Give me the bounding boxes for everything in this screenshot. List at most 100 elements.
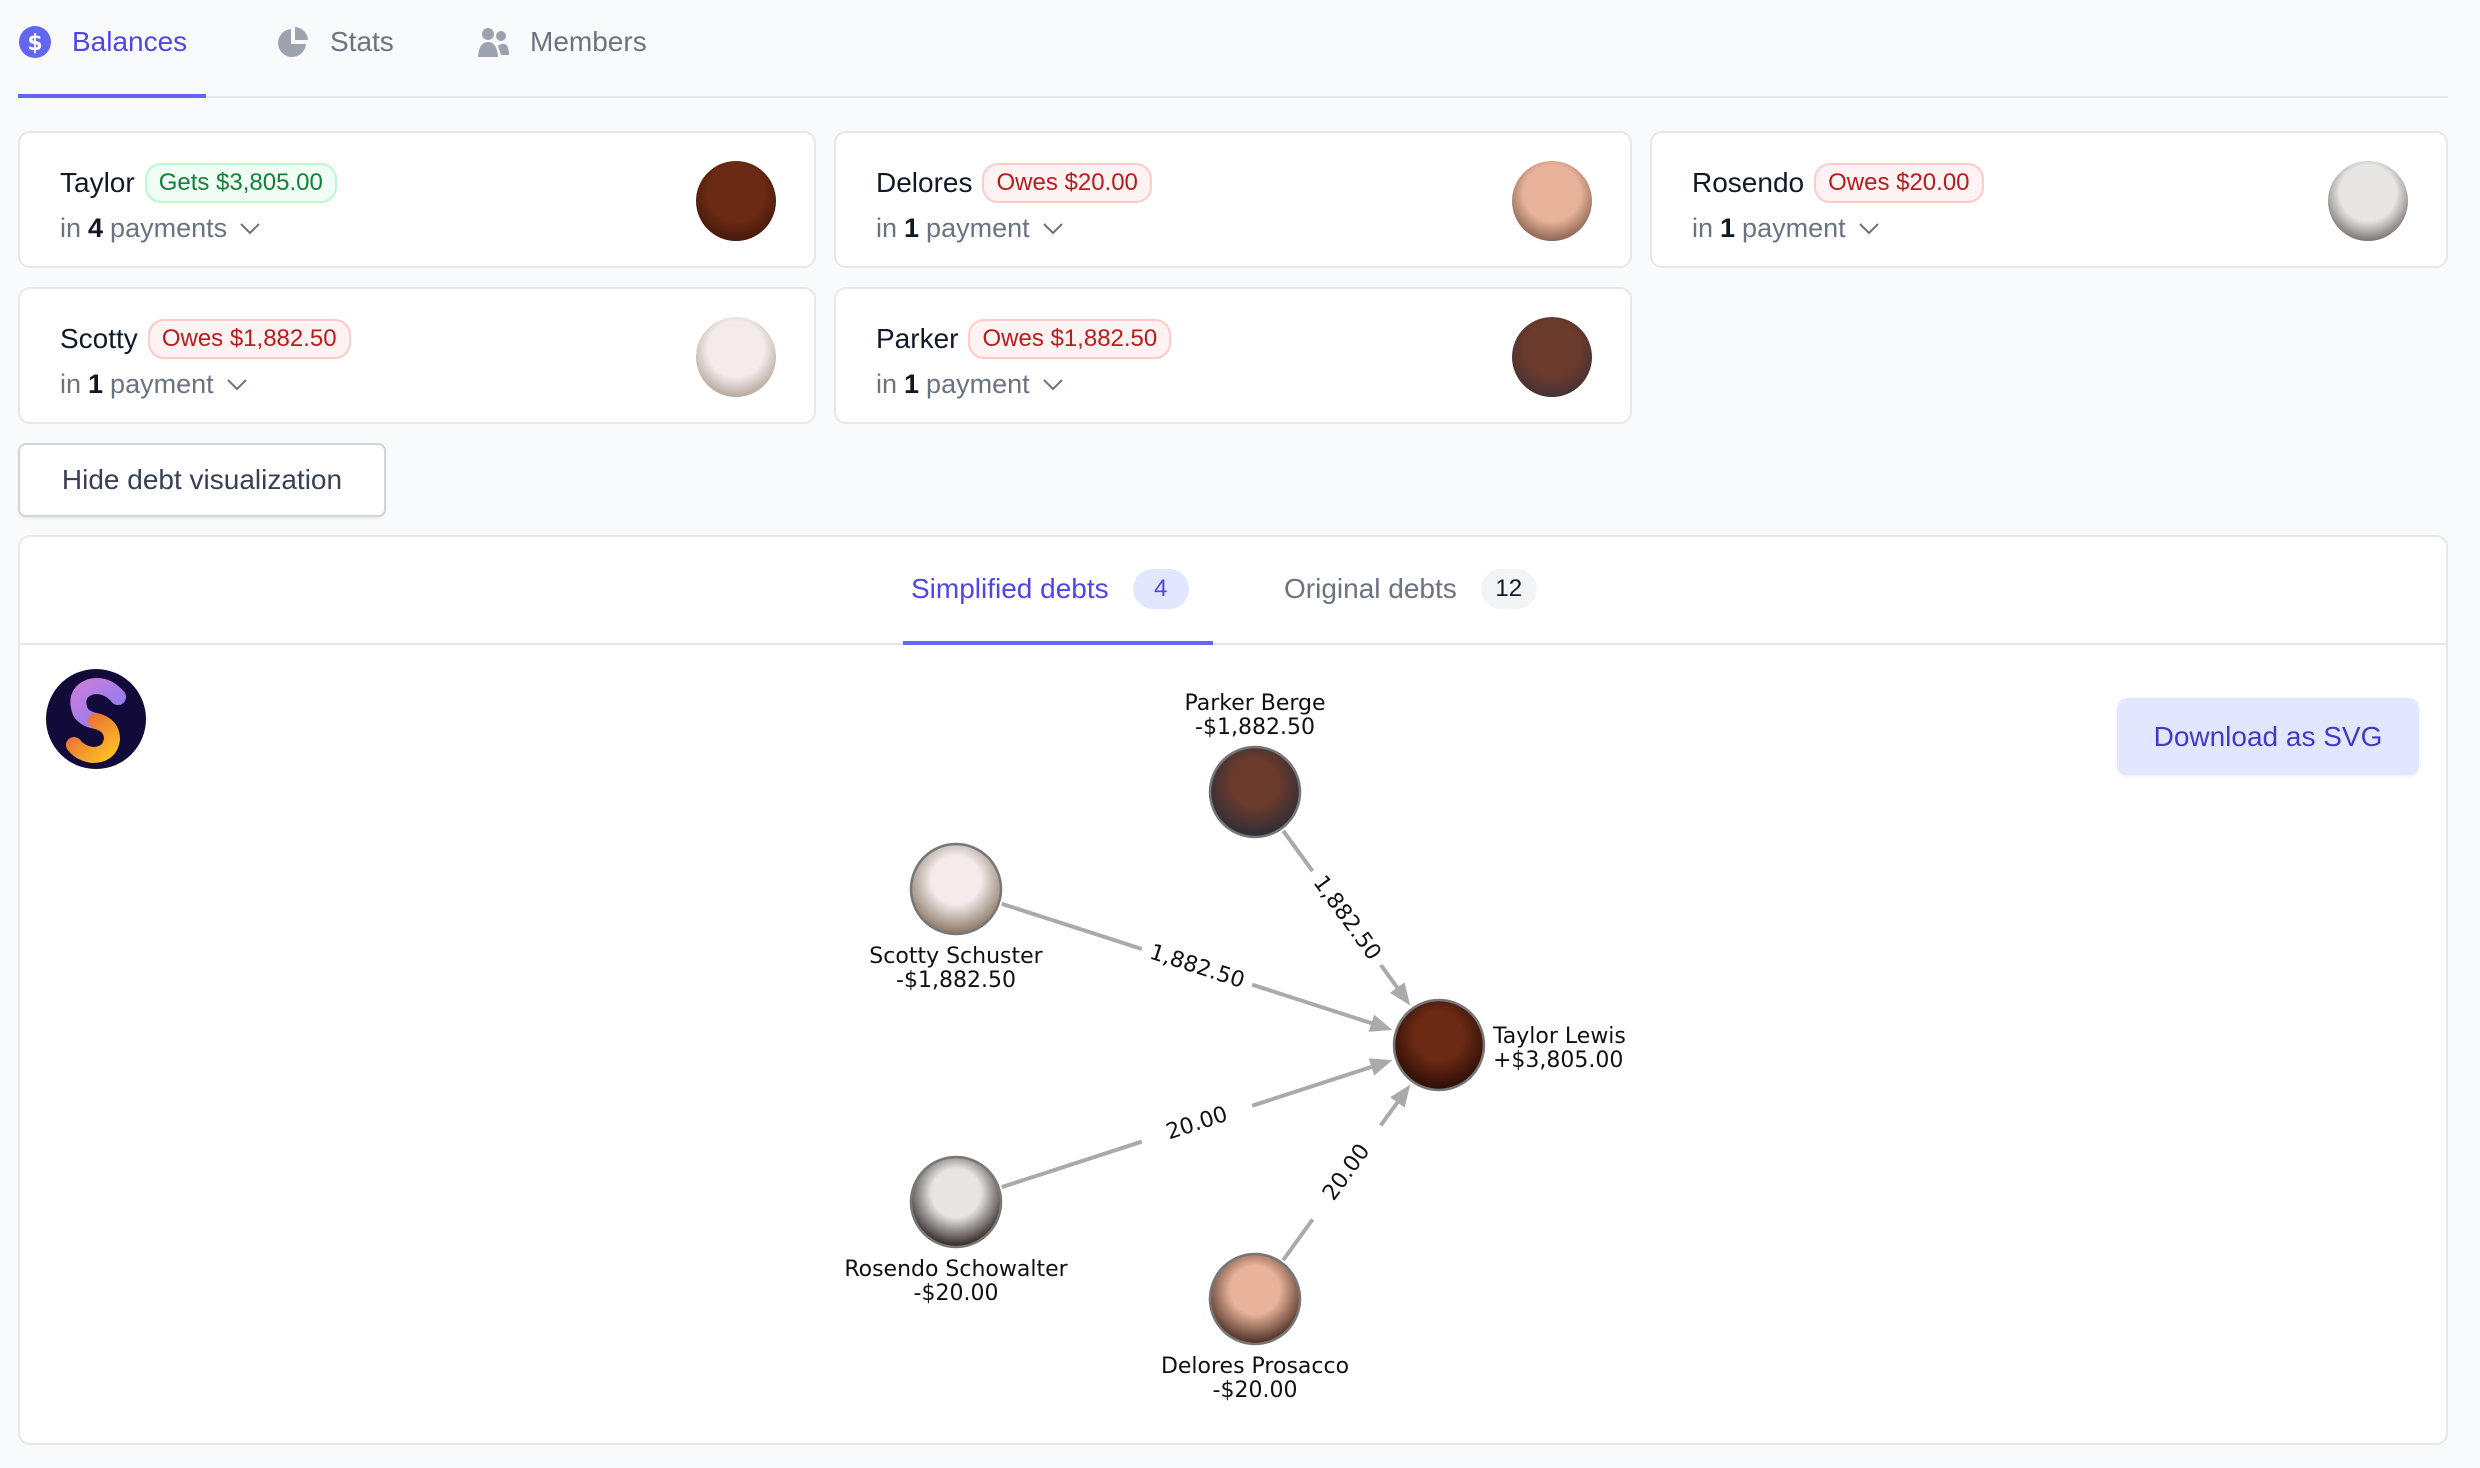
payments-prefix: in	[60, 213, 82, 243]
balance-badge: Owes $1,882.50	[968, 319, 1172, 359]
payments-count: 4	[88, 213, 104, 243]
payments-toggle[interactable]: in 4 payments	[60, 213, 261, 244]
balance-card: Parker Owes $1,882.50 in 1 payment	[834, 287, 1632, 424]
node-balance: -$20.00	[914, 1281, 999, 1306]
tab-members[interactable]: Members	[476, 22, 647, 62]
arrowhead-icon	[1368, 1014, 1393, 1032]
balance-card: Scotty Owes $1,882.50 in 1 payment	[18, 287, 816, 424]
edge-line	[1001, 1139, 1143, 1190]
graph-node-scotty[interactable]: Scotty Schuster-$1,882.50	[869, 842, 1044, 993]
chevron-down-icon	[1858, 222, 1879, 234]
node-name: Scotty Schuster	[869, 944, 1043, 969]
member-name-row: Parker Owes $1,882.50	[876, 319, 1172, 359]
payments-prefix: in	[60, 369, 82, 399]
svg-text:$: $	[27, 31, 42, 56]
debt-edge: 20.00	[1281, 1084, 1411, 1262]
count-badge: 12	[1480, 569, 1537, 609]
graph-node-rosendo[interactable]: Rosendo Schowalter-$20.00	[844, 1155, 1069, 1306]
balance-card: Taylor Gets $3,805.00 in 4 payments	[18, 131, 816, 268]
tab-original-debts[interactable]: Original debts 12	[1284, 568, 1537, 610]
arrowhead-icon	[1389, 982, 1411, 1006]
chevron-down-icon	[240, 222, 260, 234]
debt-edge: 1,882.50	[1001, 901, 1393, 1032]
debt-edge: 1,882.50	[1281, 829, 1411, 1006]
balance-badge: Owes $20.00	[982, 163, 1152, 203]
member-name: Scotty	[60, 323, 138, 354]
active-tab-indicator	[903, 641, 1213, 645]
count-badge: 4	[1132, 569, 1189, 609]
node-name: Delores Prosacco	[1161, 1354, 1349, 1379]
payments-count: 1	[904, 369, 920, 399]
dollar-circle-icon: $	[19, 26, 51, 58]
debt-edge: 20.00	[1001, 1058, 1393, 1190]
node-balance: -$1,882.50	[1195, 715, 1315, 740]
edge-line	[1281, 1218, 1315, 1262]
payments-toggle[interactable]: in 1 payment	[876, 213, 1064, 244]
payments-toggle[interactable]: in 1 payment	[60, 369, 248, 400]
payments-unit: payment	[110, 369, 214, 399]
member-name-row: Rosendo Owes $20.00	[1692, 163, 1984, 203]
graph-node-delores[interactable]: Delores Prosacco-$20.00	[1161, 1252, 1349, 1403]
node-avatar	[909, 842, 1003, 936]
edge-line	[1379, 963, 1402, 992]
payments-prefix: in	[1692, 213, 1714, 243]
payments-unit: payment	[926, 213, 1030, 243]
member-name: Taylor	[60, 167, 135, 198]
chevron-down-icon	[226, 378, 247, 390]
member-name: Delores	[876, 167, 973, 198]
arrowhead-icon	[1368, 1058, 1393, 1076]
payments-unit: payment	[1742, 213, 1846, 243]
member-name: Parker	[876, 323, 959, 354]
payments-unit: payment	[926, 369, 1030, 399]
node-balance: +$3,805.00	[1493, 1048, 1623, 1073]
payments-count: 1	[1720, 213, 1736, 243]
debt-graph: 1,882.501,882.5020.0020.00 Parker Berge-…	[844, 691, 1626, 1403]
hide-debt-visualization-button[interactable]: Hide debt visualization	[18, 443, 386, 517]
node-avatar	[1208, 745, 1302, 839]
payments-unit: payments	[110, 213, 228, 243]
tab-balances[interactable]: $ Balances	[18, 22, 187, 62]
tab-stats[interactable]: Stats	[276, 22, 394, 62]
chevron-down-icon	[1042, 378, 1063, 390]
payments-toggle[interactable]: in 1 payment	[876, 369, 1064, 400]
graph-node-parker[interactable]: Parker Berge-$1,882.50	[1184, 691, 1326, 839]
arrowhead-icon	[1390, 1084, 1411, 1108]
main-tabs: $ Balances Stats Members	[18, 0, 2448, 98]
node-avatar	[1392, 998, 1486, 1092]
users-icon	[478, 28, 509, 57]
payments-prefix: in	[876, 213, 898, 243]
member-name: Rosendo	[1692, 167, 1805, 198]
payments-prefix: in	[876, 369, 898, 399]
node-avatar	[1208, 1252, 1302, 1346]
edge-line	[1001, 901, 1143, 951]
avatar	[1512, 317, 1592, 397]
avatar	[696, 317, 776, 397]
node-avatar	[909, 1155, 1003, 1249]
member-name-row: Scotty Owes $1,882.50	[60, 319, 351, 359]
node-name: Taylor Lewis	[1492, 1024, 1626, 1049]
payments-count: 1	[904, 213, 920, 243]
node-balance: -$1,882.50	[896, 968, 1016, 993]
tab-label: Original debts	[1284, 573, 1457, 604]
edge-line	[1251, 1063, 1376, 1108]
balance-badge: Owes $20.00	[1814, 163, 1984, 203]
balance-card: Delores Owes $20.00 in 1 payment	[834, 131, 1632, 268]
edge-amount-label: 20.00	[1318, 1140, 1375, 1206]
edge-line	[1281, 829, 1315, 873]
payments-toggle[interactable]: in 1 payment	[1692, 213, 1880, 244]
graph-node-taylor[interactable]: Taylor Lewis+$3,805.00	[1392, 998, 1626, 1092]
debt-visualization-panel: Simplified debts 4 Original debts 12 Dow…	[18, 535, 2448, 1445]
tab-label: Members	[530, 26, 647, 57]
balance-card: Rosendo Owes $20.00 in 1 payment	[1650, 131, 2448, 268]
pie-chart-icon	[278, 27, 308, 57]
app-logo	[46, 669, 146, 769]
active-tab-indicator	[18, 94, 206, 98]
tab-label: Stats	[330, 26, 394, 57]
download-svg-button[interactable]: Download as SVG	[2117, 698, 2419, 775]
tab-label: Simplified debts	[911, 573, 1109, 604]
tab-simplified-debts[interactable]: Simplified debts 4	[911, 568, 1189, 610]
member-name-row: Delores Owes $20.00	[876, 163, 1152, 203]
balance-badge: Gets $3,805.00	[144, 163, 337, 203]
node-name: Parker Berge	[1184, 691, 1325, 716]
visualization-tabs: Simplified debts 4 Original debts 12	[20, 537, 2446, 645]
